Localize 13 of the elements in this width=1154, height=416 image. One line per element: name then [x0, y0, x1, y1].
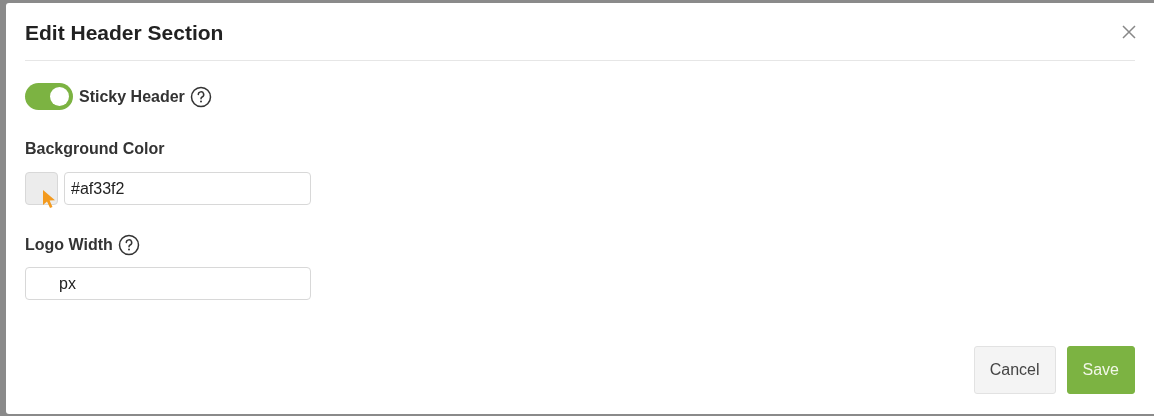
help-icon[interactable] [117, 234, 140, 256]
color-input[interactable]: #af33f2 [64, 172, 311, 205]
toggle-label: Sticky Header [79, 87, 185, 106]
close-button[interactable] [1121, 23, 1137, 40]
field-label: Background Color [25, 140, 166, 158]
toggle-switch[interactable] [25, 83, 73, 110]
field-label: Logo Width [25, 236, 113, 254]
dialog-title: Edit Header Section [25, 19, 224, 45]
cancel-button[interactable]: Cancel [973, 346, 1056, 394]
logo-width-input[interactable]: px [25, 267, 311, 300]
color-swatch[interactable] [25, 172, 58, 205]
help-icon[interactable] [189, 85, 212, 108]
cursor-icon [42, 189, 56, 209]
